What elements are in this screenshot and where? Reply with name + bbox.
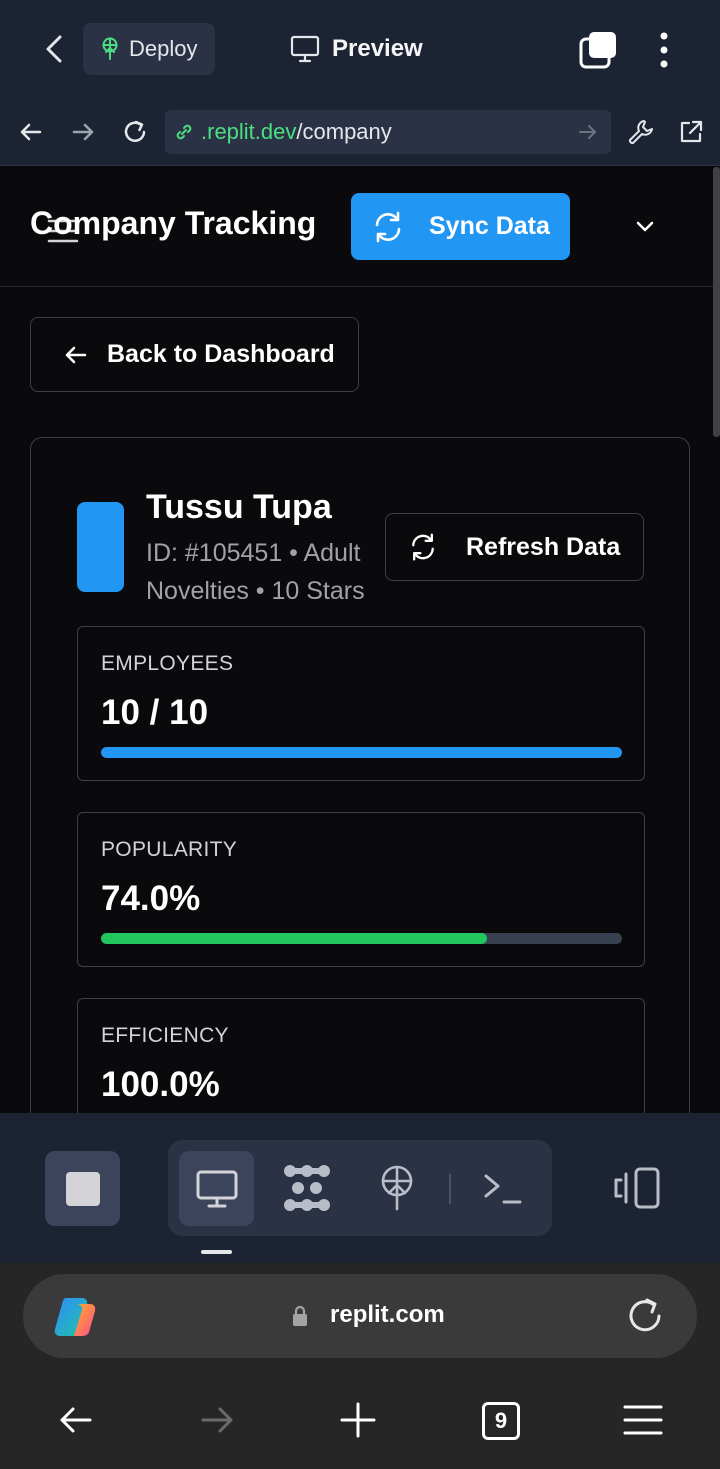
stat-progress-fill <box>101 933 487 944</box>
stat-card-popularity: POPULARITY 74.0% <box>77 812 645 967</box>
tool-preview-button[interactable] <box>179 1151 254 1226</box>
nodes-icon[interactable] <box>282 1163 332 1213</box>
reload-icon[interactable] <box>624 1295 666 1337</box>
company-card: Tussu Tupa ID: #105451 • Adult Novelties… <box>30 437 690 1113</box>
stat-label: EFFICIENCY <box>101 1024 229 1047</box>
stat-progress-track <box>101 747 622 758</box>
windows-icon[interactable] <box>578 30 618 70</box>
url-host: .replit.dev <box>201 119 297 144</box>
refresh-icon <box>371 210 405 244</box>
browser-forward-icon[interactable] <box>197 1400 237 1440</box>
deploy-button[interactable]: Deploy <box>83 23 215 75</box>
back-to-dashboard-label: Back to Dashboard <box>107 340 335 368</box>
company-name: Tussu Tupa <box>146 488 332 526</box>
split-view-icon[interactable] <box>612 1166 662 1210</box>
stat-value: 10 / 10 <box>101 693 209 732</box>
sync-data-label: Sync Data <box>429 212 550 240</box>
go-arrow-icon[interactable] <box>576 120 600 144</box>
preview-label: Preview <box>332 35 423 62</box>
new-tab-plus-icon[interactable] <box>338 1400 378 1440</box>
page-title: Company Tracking <box>30 205 317 241</box>
arrow-back-icon[interactable] <box>16 117 46 147</box>
preview-title: Preview <box>290 30 423 68</box>
active-tab-indicator <box>201 1250 232 1254</box>
scrollbar-thumb[interactable] <box>713 167 720 437</box>
monitor-icon <box>196 1169 238 1209</box>
terminal-icon[interactable] <box>482 1168 524 1208</box>
site-domain: replit.com <box>330 1301 445 1328</box>
url-input[interactable]: .replit.dev/company <box>165 110 611 154</box>
stat-card-efficiency: EFFICIENCY 100.0% <box>77 998 645 1113</box>
stat-progress-fill <box>101 747 622 758</box>
back-chevron-icon[interactable] <box>36 30 72 68</box>
sync-data-button[interactable]: Sync Data <box>351 193 570 260</box>
lock-icon <box>291 1305 309 1327</box>
reload-icon[interactable] <box>120 117 150 147</box>
stat-card-employees: EMPLOYEES 10 / 10 <box>77 626 645 781</box>
wrench-icon[interactable] <box>626 117 656 147</box>
stat-value: 100.0% <box>101 1065 220 1104</box>
refresh-data-button[interactable]: Refresh Data <box>385 513 644 581</box>
refresh-data-label: Refresh Data <box>466 532 621 561</box>
stat-label: EMPLOYEES <box>101 652 234 675</box>
company-avatar <box>77 502 124 592</box>
stat-progress-track <box>101 933 622 944</box>
monitor-icon <box>290 35 320 63</box>
more-options-icon[interactable] <box>650 30 678 70</box>
tab-count-button[interactable]: 9 <box>482 1402 520 1440</box>
browser-back-icon[interactable] <box>56 1400 96 1440</box>
browser-menu-icon[interactable] <box>622 1402 664 1438</box>
link-icon <box>173 121 195 143</box>
stat-value: 74.0% <box>101 879 201 918</box>
deploy-icon <box>99 37 121 61</box>
app-viewport: Company Tracking Sync Data Back to Dashb… <box>0 167 720 1113</box>
url-path: /company <box>296 119 392 144</box>
deploy-label: Deploy <box>129 36 198 61</box>
company-meta: ID: #105451 • Adult Novelties • 10 Stars <box>146 539 365 605</box>
refresh-icon <box>408 532 438 562</box>
stat-label: POPULARITY <box>101 838 238 861</box>
chevron-down-icon[interactable] <box>630 212 660 242</box>
stop-icon <box>65 1171 100 1206</box>
external-link-icon[interactable] <box>676 117 706 147</box>
back-to-dashboard-button[interactable]: Back to Dashboard <box>30 317 359 392</box>
deploy-icon[interactable] <box>376 1163 418 1213</box>
arrow-left-icon <box>63 342 89 368</box>
toolbar-divider <box>449 1174 451 1204</box>
stop-button[interactable] <box>45 1151 120 1226</box>
arrow-forward-icon[interactable] <box>68 117 98 147</box>
copilot-icon[interactable] <box>52 1294 98 1340</box>
